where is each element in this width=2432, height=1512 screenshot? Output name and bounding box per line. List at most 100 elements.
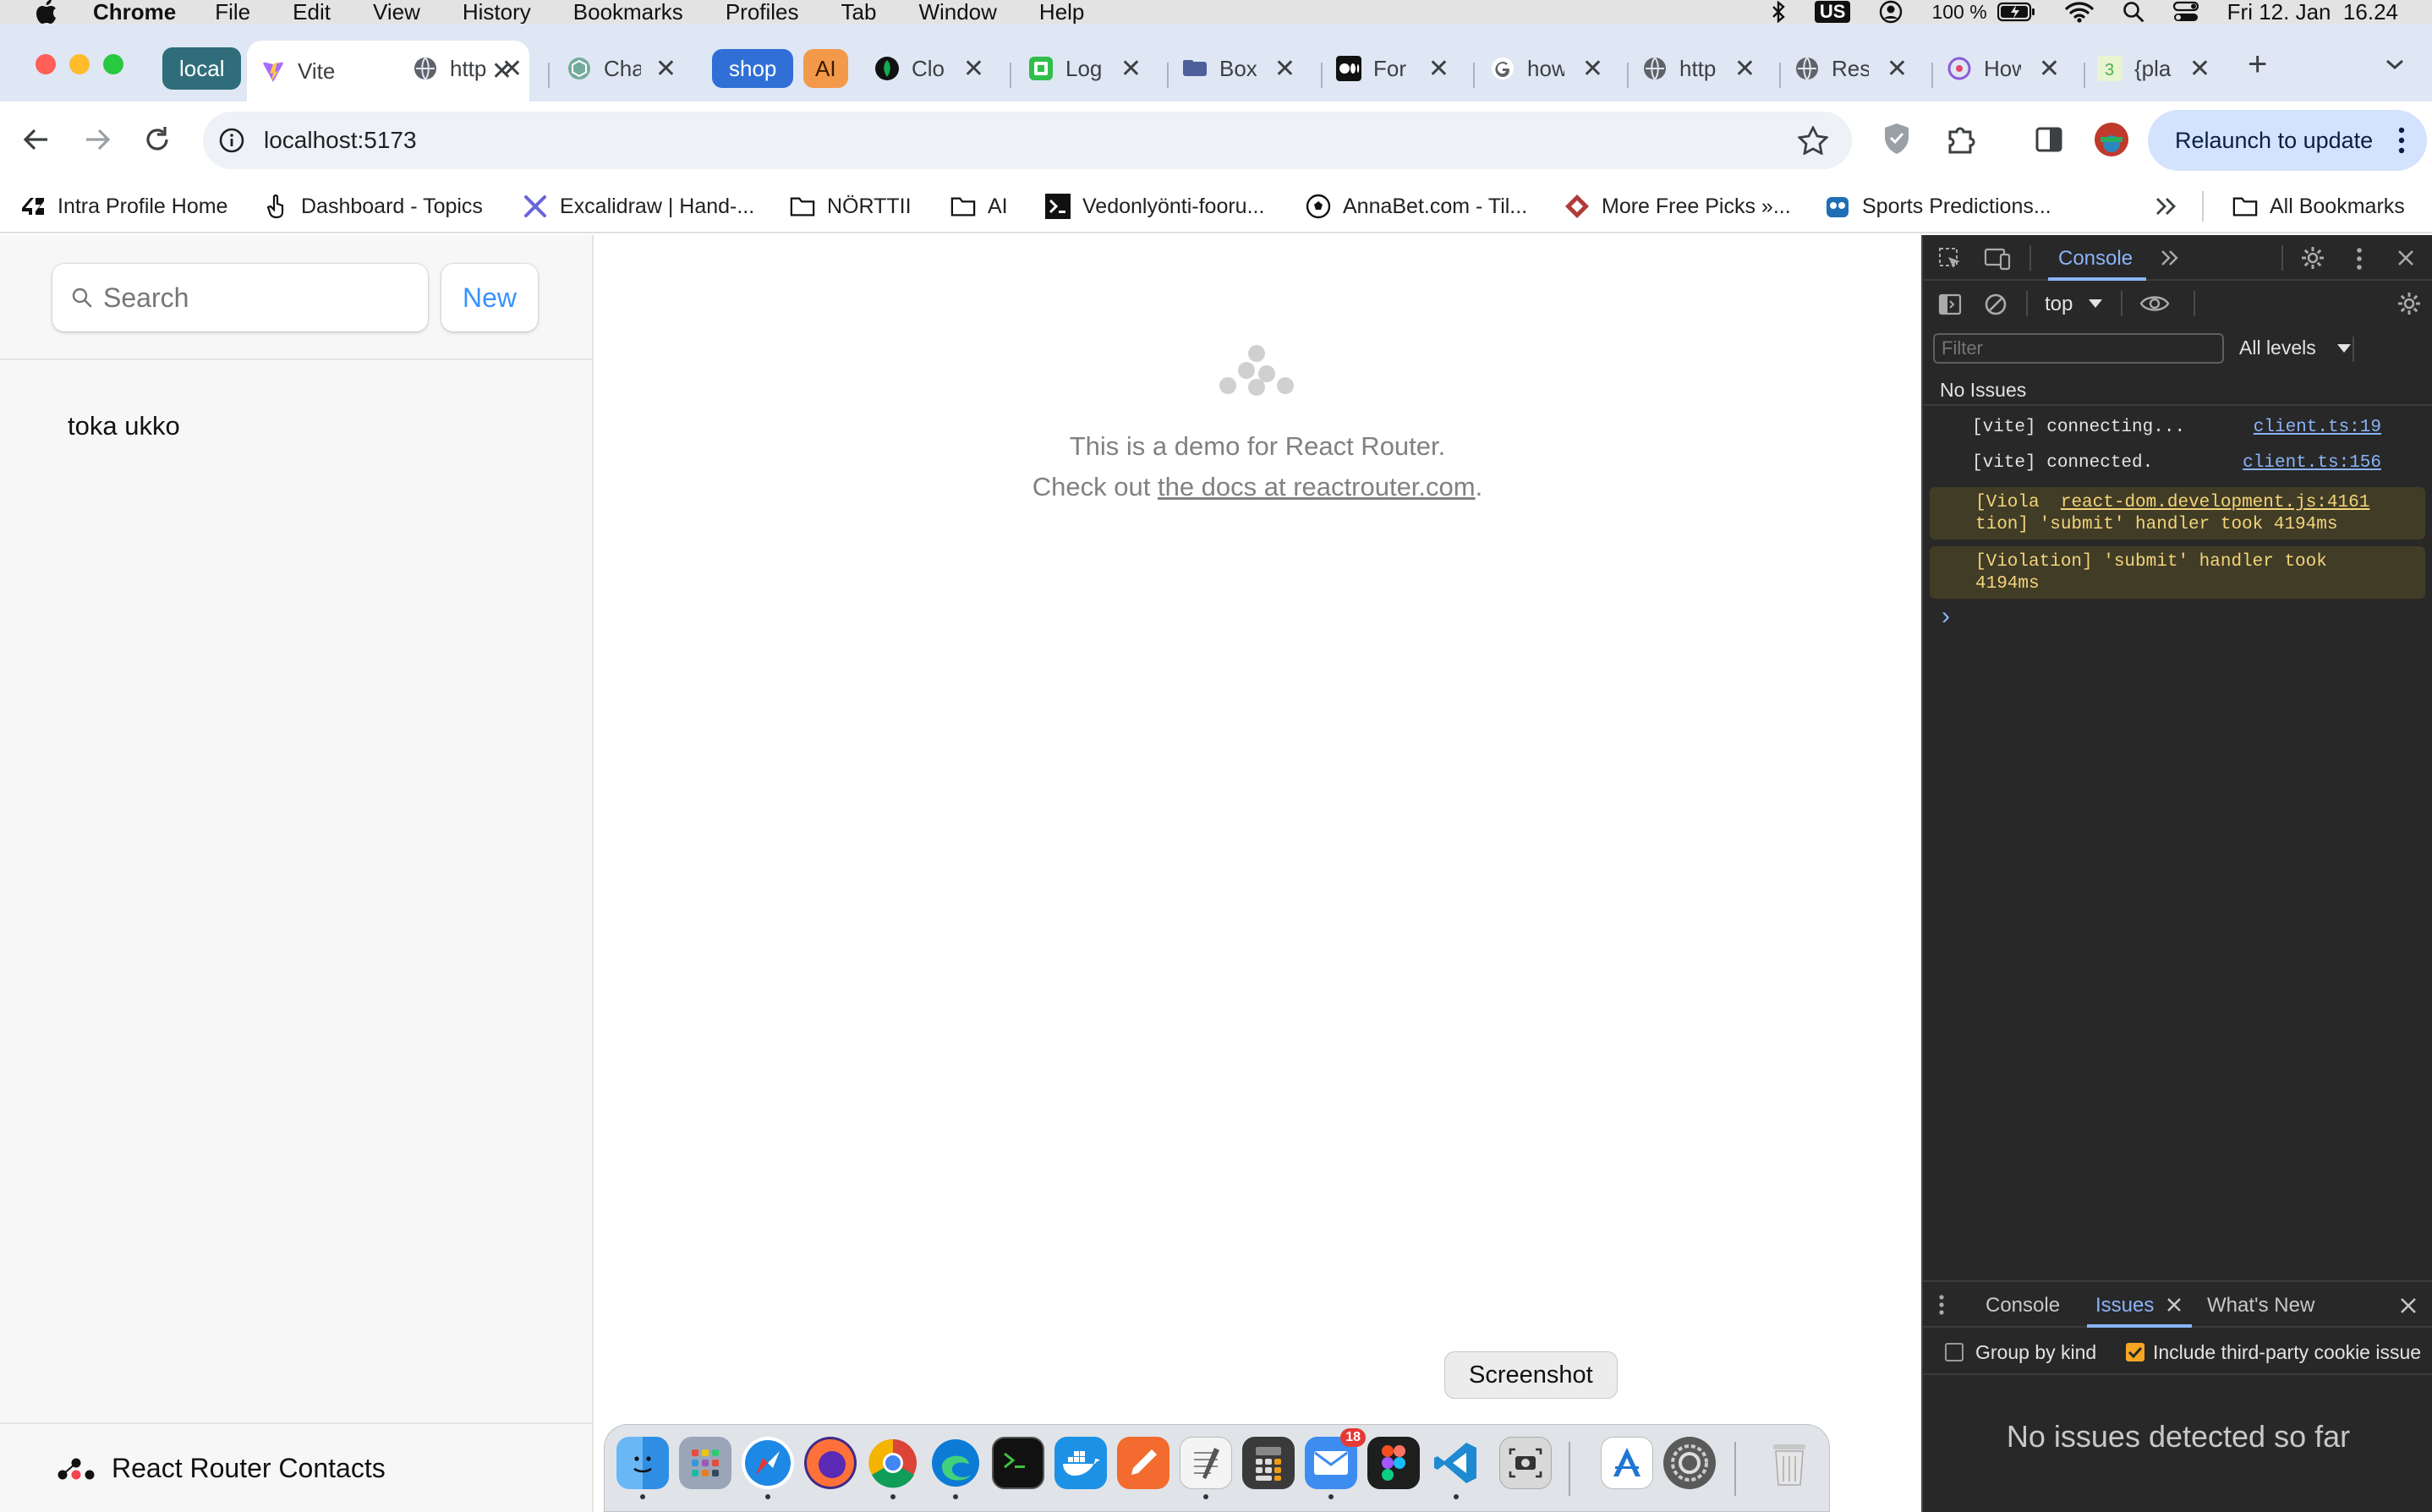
tab-close-icon[interactable]: ✕: [1734, 54, 1756, 84]
log-source-link[interactable]: client.ts:156: [2243, 453, 2381, 473]
battery-icon[interactable]: [1997, 2, 2036, 22]
dropdown-triangle-icon[interactable]: [2337, 344, 2351, 353]
bluetooth-icon[interactable]: [1771, 1, 1786, 23]
tab-group-shop[interactable]: shop: [712, 49, 794, 88]
tab-log[interactable]: Log ✕: [1028, 47, 1142, 90]
textedit-icon[interactable]: [1180, 1437, 1232, 1489]
bookmark-intra[interactable]: Intra Profile Home: [20, 186, 227, 227]
bookmark-sports-predictions[interactable]: Sports Predictions...: [1825, 186, 2051, 227]
menu-bookmarks[interactable]: Bookmarks: [573, 0, 683, 25]
close-drawer-icon[interactable]: [2400, 1297, 2417, 1314]
tab-placeholder[interactable]: 3 {pla ✕: [2097, 47, 2210, 90]
keyboard-layout-badge[interactable]: US: [1814, 1, 1851, 23]
trash-icon[interactable]: [1763, 1437, 1816, 1489]
settings-gear-icon[interactable]: [2300, 245, 2325, 271]
dropdown-triangle-icon[interactable]: [2089, 299, 2102, 308]
pages-pen-icon[interactable]: [1117, 1437, 1169, 1489]
screenshot-icon[interactable]: [1499, 1437, 1552, 1489]
tab-search-chevron-icon[interactable]: [2385, 58, 2405, 71]
profile-avatar[interactable]: [2094, 122, 2129, 157]
context-selector[interactable]: top: [2045, 293, 2073, 316]
tab-how[interactable]: How ✕: [1947, 47, 2060, 90]
safari-icon[interactable]: [742, 1437, 794, 1489]
bookmark-vedonlyonti[interactable]: Vedonlyönti-fooru...: [1045, 186, 1264, 227]
docker-icon[interactable]: [1054, 1437, 1107, 1489]
contact-list-item[interactable]: toka ukko: [68, 411, 180, 441]
tab-http-1[interactable]: http ✕: [413, 47, 523, 90]
chrome-icon[interactable]: [867, 1437, 919, 1489]
tab-close-icon[interactable]: ✕: [2189, 54, 2210, 84]
bookmark-folder-norttii[interactable]: NÖRTTII: [790, 186, 912, 227]
menu-app-name[interactable]: Chrome: [93, 0, 176, 25]
tab-res[interactable]: Res ✕: [1794, 47, 1908, 90]
figma-icon[interactable]: [1367, 1437, 1420, 1489]
menu-help[interactable]: Help: [1039, 0, 1084, 25]
log-levels-dropdown[interactable]: All levels: [2239, 337, 2316, 359]
bookmark-star-icon[interactable]: [1798, 126, 1828, 155]
menu-clock[interactable]: Fri 12. Jan 16.24: [2227, 0, 2398, 25]
terminal-icon[interactable]: [992, 1437, 1044, 1489]
tab-medium[interactable]: For ✕: [1336, 47, 1449, 90]
window-close-button[interactable]: [36, 54, 56, 74]
more-vertical-icon[interactable]: [2356, 247, 2363, 271]
mail-icon[interactable]: 18: [1305, 1428, 1366, 1489]
include-third-party-checkbox[interactable]: [2126, 1343, 2144, 1361]
menu-history[interactable]: History: [463, 0, 531, 25]
tab-close-icon[interactable]: ✕: [2039, 54, 2060, 84]
calculator-icon[interactable]: [1242, 1437, 1295, 1489]
drawer-tab-whats-new[interactable]: What's New: [2207, 1294, 2314, 1318]
bookmark-folder-ai[interactable]: AI: [950, 186, 1008, 227]
issues-banner[interactable]: No Issues: [1923, 370, 2432, 406]
apple-icon[interactable]: [0, 0, 93, 25]
edge-icon[interactable]: [929, 1437, 982, 1489]
console-prompt[interactable]: ›: [1942, 602, 1950, 631]
tab-close-icon[interactable]: ✕: [501, 54, 523, 84]
firefox-icon[interactable]: [804, 1437, 857, 1489]
bookmark-excalidraw[interactable]: Excalidraw | Hand-...: [523, 186, 754, 227]
close-drawer-tab-icon[interactable]: [2166, 1297, 2182, 1312]
docs-link[interactable]: the docs at reactrouter.com: [1158, 472, 1476, 501]
forward-arrow-icon[interactable]: [83, 127, 112, 152]
drawer-tab-issues[interactable]: Issues: [2095, 1294, 2154, 1318]
finder-icon[interactable]: [616, 1437, 669, 1489]
clear-console-icon[interactable]: [1984, 293, 2007, 316]
window-minimize-button[interactable]: [69, 54, 90, 74]
log-source-link[interactable]: client.ts:19: [2254, 418, 2381, 437]
user-account-icon[interactable]: [1879, 0, 1903, 24]
extension-shield-icon[interactable]: [1882, 122, 1911, 156]
extensions-puzzle-icon[interactable]: [1945, 123, 1977, 156]
live-expression-eye-icon[interactable]: [2139, 293, 2170, 315]
tab-close-icon[interactable]: ✕: [1582, 54, 1603, 84]
tab-close-icon[interactable]: ✕: [655, 54, 676, 84]
warning-source-link[interactable]: react-dom.development.js:4161: [2061, 493, 2369, 512]
console-settings-gear-icon[interactable]: [2396, 291, 2422, 316]
tab-cloud[interactable]: Clo ✕: [874, 47, 984, 90]
sidebar-toggle-icon[interactable]: [1938, 293, 1962, 316]
close-devtools-icon[interactable]: [2396, 249, 2415, 267]
new-tab-button[interactable]: +: [2248, 46, 2267, 84]
menu-tab[interactable]: Tab: [841, 0, 877, 25]
control-center-icon[interactable]: [2172, 1, 2199, 23]
menu-profiles[interactable]: Profiles: [726, 0, 799, 25]
bookmark-more-free-picks[interactable]: More Free Picks »...: [1564, 186, 1791, 227]
drawer-more-icon[interactable]: [1938, 1294, 1945, 1316]
side-panel-icon[interactable]: [2035, 125, 2063, 154]
inspect-element-icon[interactable]: [1938, 247, 1962, 271]
group-by-kind-checkbox[interactable]: [1945, 1343, 1964, 1361]
tab-google-search[interactable]: how ✕: [1490, 47, 1603, 90]
more-tabs-chevron-icon[interactable]: [2160, 249, 2180, 267]
tab-box[interactable]: Box ✕: [1182, 47, 1295, 90]
all-bookmarks-button[interactable]: All Bookmarks: [2232, 186, 2405, 227]
reload-icon[interactable]: [144, 125, 171, 154]
tab-group-ai[interactable]: AI: [803, 49, 848, 88]
new-contact-button[interactable]: New: [441, 264, 538, 331]
menu-view[interactable]: View: [373, 0, 420, 25]
xcode-icon[interactable]: [1601, 1437, 1653, 1489]
spotlight-search-icon[interactable]: [2123, 1, 2144, 23]
address-bar[interactable]: localhost:5173: [203, 112, 1852, 169]
tab-close-icon[interactable]: ✕: [1120, 54, 1142, 84]
vscode-icon[interactable]: [1430, 1437, 1482, 1489]
device-toolbar-icon[interactable]: [1984, 247, 2011, 271]
tab-http-2[interactable]: http ✕: [1642, 47, 1756, 90]
relaunch-to-update-button[interactable]: Relaunch to update: [2148, 110, 2427, 171]
